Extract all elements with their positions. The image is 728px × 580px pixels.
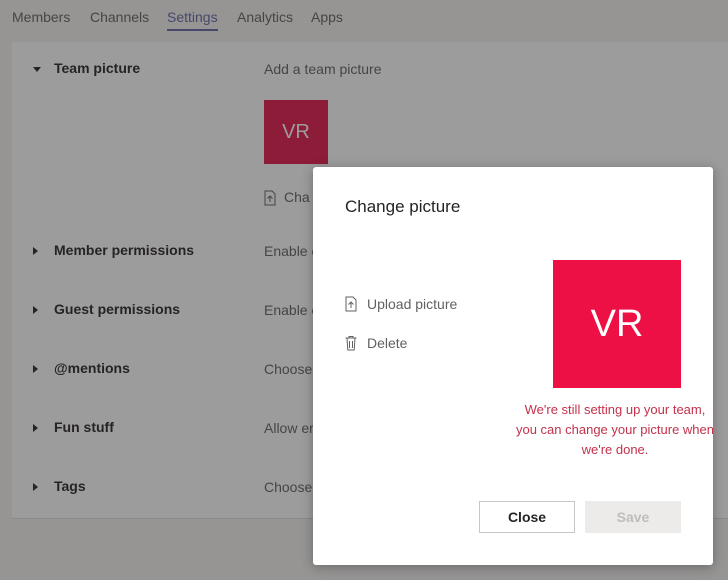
delete-button[interactable]: Delete xyxy=(345,335,407,351)
picture-preview-initials: VR xyxy=(590,302,644,345)
close-button[interactable]: Close xyxy=(479,501,575,533)
upload-icon xyxy=(345,296,357,312)
upload-picture-label: Upload picture xyxy=(367,296,458,312)
save-button[interactable]: Save xyxy=(585,501,681,533)
picture-preview: VR xyxy=(553,260,681,388)
setup-warning-text: We're still setting up your team, you ca… xyxy=(515,402,714,457)
trash-icon xyxy=(345,336,357,351)
upload-picture-button[interactable]: Upload picture xyxy=(345,296,457,312)
dialog-title: Change picture xyxy=(345,197,461,216)
change-picture-dialog: Change picture Upload picture Delete VR … xyxy=(313,167,714,565)
delete-label: Delete xyxy=(367,335,408,351)
